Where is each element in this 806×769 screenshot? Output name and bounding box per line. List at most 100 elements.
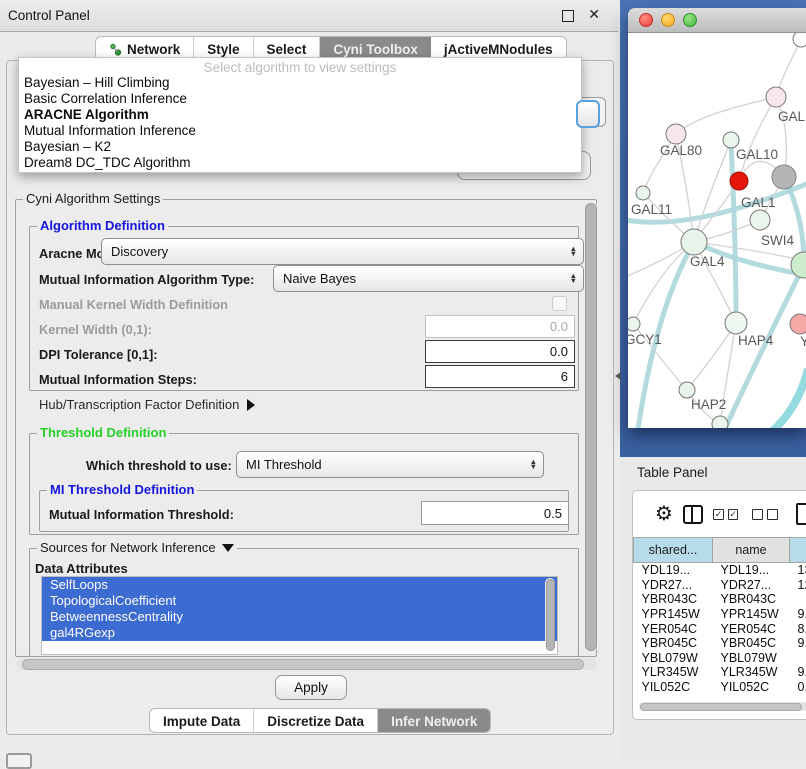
table-cell: YIL052C (713, 680, 790, 695)
network-node-gal[interactable] (766, 87, 786, 107)
table-toolbar: ⚙ ✓ ✓ (633, 491, 806, 537)
network-node-gal1[interactable] (750, 210, 770, 230)
network-edge (676, 97, 776, 134)
apply-button[interactable]: Apply (275, 675, 347, 700)
focused-combo-spinner[interactable] (576, 100, 600, 128)
gear-icon[interactable]: ⚙ (655, 504, 673, 524)
dropdown-item[interactable]: Dream8 DC_TDC Algorithm (19, 155, 581, 171)
table-row[interactable]: YDR27...YDR27...12 (634, 578, 806, 593)
settings-vscrollbar[interactable] (584, 201, 597, 653)
column-header-shared...[interactable]: shared... (634, 538, 713, 563)
network-node-y[interactable] (790, 314, 806, 334)
table-cell: YBR045C (634, 636, 713, 651)
combo-spinner-icon: ▲▼ (570, 247, 577, 256)
attribute-item[interactable]: TopologicalCoefficient (42, 593, 557, 609)
mi-type-combo[interactable]: Naive Bayes ▲▼ (273, 265, 584, 292)
attribute-item[interactable]: gal4RGexp (42, 625, 557, 641)
attribute-item[interactable]: BetweennessCentrality (42, 609, 557, 625)
attributes-vscrollbar[interactable] (545, 578, 555, 651)
table-row[interactable]: YPR145WYPR145W9. (634, 607, 806, 622)
algorithm-dropdown-popup: Select algorithm to view settings Bayesi… (18, 57, 582, 173)
network-node-gal4[interactable] (681, 229, 707, 255)
table-row[interactable]: YER054CYER054C8. (634, 621, 806, 636)
minimize-traffic-light-icon[interactable] (661, 13, 675, 27)
data-attributes-list[interactable]: SelfLoopsTopologicalCoefficientBetweenne… (41, 576, 558, 655)
node-label: GAL1 (741, 195, 776, 210)
dropdown-item[interactable]: ARACNE Algorithm (19, 107, 581, 123)
dropdown-item[interactable]: Bayesian – Hill Climbing (19, 75, 581, 91)
network-window-titlebar[interactable] (628, 8, 806, 33)
table-row[interactable]: YBR045CYBR045C9. (634, 636, 806, 651)
close-icon[interactable]: ✕ (588, 6, 600, 23)
attribute-item[interactable]: SelfLoops (42, 577, 557, 593)
network-node-gal80[interactable] (666, 124, 686, 144)
kernel-width-field[interactable]: 0.0 (425, 315, 575, 338)
network-node-gcy1[interactable] (628, 317, 640, 331)
dpi-tolerance-field[interactable]: 0.0 (425, 340, 575, 363)
dropdown-item[interactable]: Bayesian – K2 (19, 139, 581, 155)
network-node[interactable] (772, 165, 796, 189)
network-edge (739, 97, 776, 181)
node-label: SWI4 (761, 233, 794, 248)
which-threshold-combo[interactable]: MI Threshold ▲▼ (236, 451, 544, 478)
float-window-icon[interactable] (562, 10, 574, 22)
unchecked-checkbox-icon[interactable] (752, 509, 763, 520)
dropdown-item[interactable]: Basic Correlation Inference (19, 91, 581, 107)
table-cell: YER054C (634, 621, 713, 636)
minimized-panel-icon[interactable] (6, 753, 32, 769)
table-cell: YDR27... (713, 578, 790, 593)
network-node-hap2[interactable] (679, 382, 695, 398)
settings-hscrollbar[interactable] (17, 658, 597, 670)
table-cell: YLR345W (713, 665, 790, 680)
table-row[interactable]: YDL19...YDL19...13 (634, 563, 806, 578)
network-node-gal10[interactable] (723, 132, 739, 148)
network-node[interactable] (793, 33, 806, 47)
node-table[interactable]: shared...name YDL19...YDL19...13YDR27...… (633, 537, 806, 694)
network-edge (731, 143, 736, 323)
network-node-gal11[interactable] (636, 186, 650, 200)
mi-steps-field[interactable]: 6 (425, 365, 575, 388)
table-hscrollbar[interactable] (639, 702, 806, 711)
network-canvas[interactable]: GALGAL80GAL10GAL11GAL1GAL4SWI4GCY1HAP4YH… (628, 33, 806, 428)
hub-section-toggle[interactable]: Hub/Transcription Factor Definition (39, 397, 255, 412)
mi-threshold-field[interactable]: 0.5 (421, 501, 569, 525)
table-row[interactable]: YBL079WYBL079W (634, 651, 806, 666)
split-pane-arrow[interactable] (615, 372, 621, 380)
zoom-traffic-light-icon[interactable] (683, 13, 697, 27)
aracne-mode-combo[interactable]: Discovery ▲▼ (101, 238, 584, 265)
document-icon[interactable] (796, 503, 806, 525)
column-header-cut[interactable] (790, 538, 806, 563)
table-panel: Table Panel ⚙ ✓ ✓ shared...name YDL19...… (620, 457, 806, 762)
bottom-tab-infer-network[interactable]: Infer Network (378, 709, 490, 732)
network-node[interactable] (712, 416, 728, 428)
table-cell: YBR043C (713, 592, 790, 607)
sources-toggle[interactable]: Sources for Network Inference (37, 541, 237, 554)
table-cell: YBR043C (634, 592, 713, 607)
table-cell: YER054C (713, 621, 790, 636)
close-traffic-light-icon[interactable] (639, 13, 653, 27)
table-row[interactable]: YLR345WYLR345W9. (634, 665, 806, 680)
column-header-name[interactable]: name (713, 538, 790, 563)
mi-type-label: Mutual Information Algorithm Type: (39, 272, 254, 287)
bottom-tab-impute-data[interactable]: Impute Data (150, 709, 254, 732)
table-cell: YBR045C (713, 636, 790, 651)
table-row[interactable]: YBR043CYBR043C (634, 592, 806, 607)
data-attributes-label: Data Attributes (35, 561, 128, 576)
table-row[interactable]: YIL052CYIL052C0. (634, 680, 806, 695)
checked-checkbox-icon[interactable]: ✓ (713, 509, 724, 520)
table-cell: 8. (790, 621, 806, 636)
table-panel-title: Table Panel (637, 465, 708, 480)
table-cell (790, 651, 806, 666)
column-layout-icon[interactable] (683, 505, 703, 524)
manual-kernel-checkbox[interactable] (552, 296, 567, 311)
algorithm-definition-label: Algorithm Definition (37, 219, 168, 232)
unchecked-checkbox-icon[interactable] (767, 509, 778, 520)
dropdown-item[interactable]: Mutual Information Inference (19, 123, 581, 139)
table-panel-body: ⚙ ✓ ✓ shared...name YDL19...YDL19...13YD… (632, 490, 806, 720)
checked-checkbox-icon[interactable]: ✓ (728, 509, 739, 520)
network-node-hap4[interactable] (725, 312, 747, 334)
aracne-mode-value: Discovery (111, 244, 168, 259)
bottom-tab-discretize-data[interactable]: Discretize Data (254, 709, 378, 732)
cyni-algorithm-settings-label: Cyni Algorithm Settings (23, 192, 163, 205)
network-node[interactable] (730, 172, 748, 190)
